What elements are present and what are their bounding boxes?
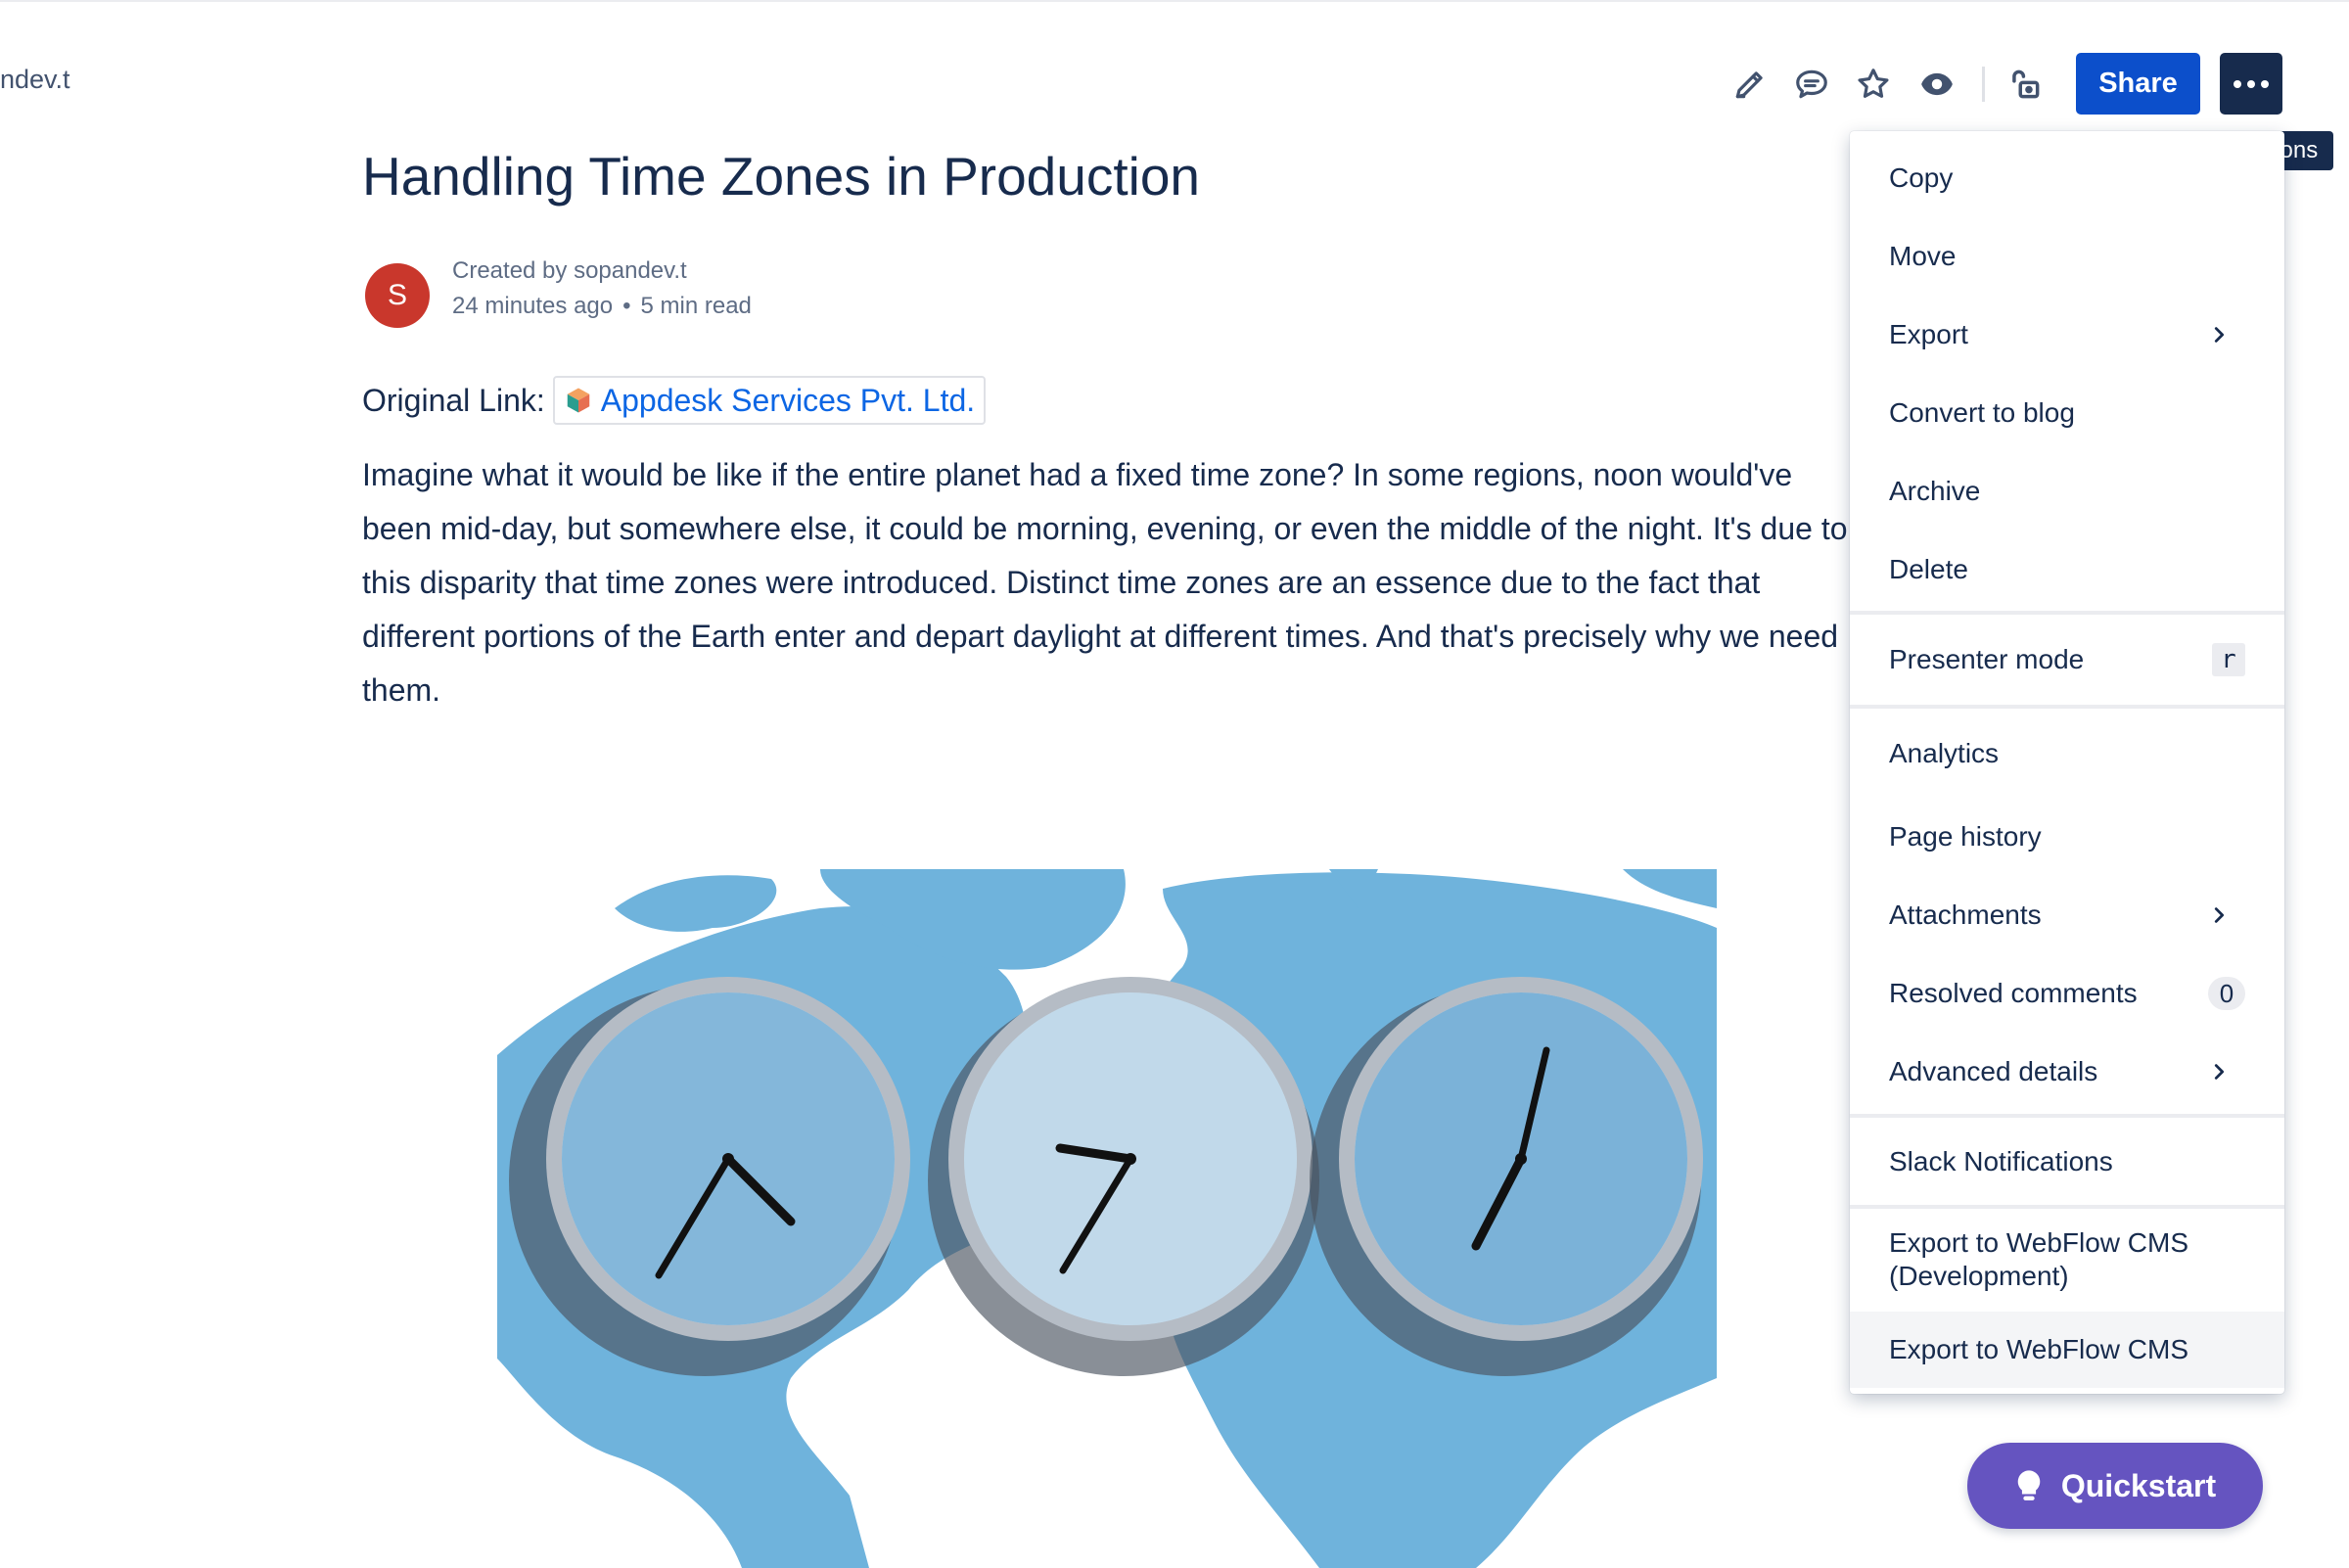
chevron-right-icon <box>2214 327 2225 343</box>
intro-paragraph: Imagine what it would be like if the ent… <box>362 457 1848 708</box>
menu-item-export-webflow[interactable]: Export to WebFlow CMS <box>1850 1312 2284 1388</box>
star-icon[interactable] <box>1850 61 1897 108</box>
avatar[interactable]: S <box>365 263 430 328</box>
menu-item-delete[interactable]: Delete <box>1850 530 2284 609</box>
original-link-row: Original Link: Appdesk Services Pvt. Ltd… <box>362 376 987 425</box>
hero-image <box>497 869 1717 1568</box>
created-by: Created by sopandev.t <box>452 257 687 284</box>
original-link-label: Original Link: <box>362 382 545 418</box>
cube-logo-icon <box>567 388 589 413</box>
menu-item-attachments[interactable]: Attachments <box>1850 876 2284 954</box>
menu-divider <box>1850 1114 2284 1118</box>
lightbulb-icon <box>2017 1470 2041 1500</box>
time-ago: 24 minutes ago <box>452 293 614 319</box>
menu-divider <box>1850 705 2284 709</box>
page-meta: 24 minutes ago • 5 min read <box>452 293 752 320</box>
quickstart-button[interactable]: Quickstart <box>1967 1443 2263 1529</box>
quickstart-label: Quickstart <box>2060 1467 2217 1503</box>
separator-dot: • <box>622 293 631 319</box>
toolbar-divider <box>1982 67 1985 102</box>
menu-item-advanced-details[interactable]: Advanced details <box>1850 1033 2284 1111</box>
more-dot-icon <box>2261 79 2269 88</box>
shortcut-key: r <box>2212 643 2245 676</box>
more-actions-button[interactable] <box>2220 53 2282 115</box>
more-dot-icon <box>2234 79 2241 88</box>
menu-item-export-webflow-dev[interactable]: Export to WebFlow CMS (Development) <box>1850 1210 2284 1310</box>
webflow-dev-line2: (Development) <box>1889 1261 2069 1291</box>
chevron-right-icon <box>2214 907 2225 923</box>
webflow-dev-line1: Export to WebFlow CMS <box>1889 1227 2189 1258</box>
comment-icon[interactable] <box>1788 61 1835 108</box>
breadcrumb[interactable]: ndev.t <box>0 65 70 95</box>
menu-item-analytics[interactable]: Analytics <box>1850 710 2284 798</box>
more-actions-menu: Copy Move Export Convert to blog Archive… <box>1850 131 2284 1394</box>
original-link[interactable]: Appdesk Services Pvt. Ltd. <box>552 376 987 425</box>
menu-item-slack-notifications[interactable]: Slack Notifications <box>1850 1119 2284 1205</box>
original-link-text: Appdesk Services Pvt. Ltd. <box>600 382 976 418</box>
menu-item-presenter-mode[interactable]: Presenter mode r <box>1850 616 2284 704</box>
edit-icon[interactable] <box>1727 61 1773 108</box>
menu-item-archive[interactable]: Archive <box>1850 452 2284 530</box>
menu-divider <box>1850 611 2284 615</box>
menu-item-resolved-comments[interactable]: Resolved comments 0 <box>1850 954 2284 1033</box>
menu-item-copy[interactable]: Copy <box>1850 139 2284 217</box>
page-title: Handling Time Zones in Production <box>362 146 1201 207</box>
menu-item-move[interactable]: Move <box>1850 217 2284 296</box>
resolved-count-badge: 0 <box>2208 977 2245 1010</box>
menu-divider <box>1850 1205 2284 1209</box>
watch-icon[interactable] <box>1913 61 1960 108</box>
read-time: 5 min read <box>640 293 752 319</box>
share-button[interactable]: Share <box>2076 53 2200 115</box>
more-dot-icon <box>2247 79 2255 88</box>
menu-item-page-history[interactable]: Page history <box>1850 798 2284 876</box>
chevron-right-icon <box>2214 1064 2225 1080</box>
top-border <box>0 0 2349 2</box>
menu-item-export[interactable]: Export <box>1850 296 2284 374</box>
menu-item-convert-to-blog[interactable]: Convert to blog <box>1850 374 2284 452</box>
restrictions-icon[interactable] <box>2002 61 2049 108</box>
